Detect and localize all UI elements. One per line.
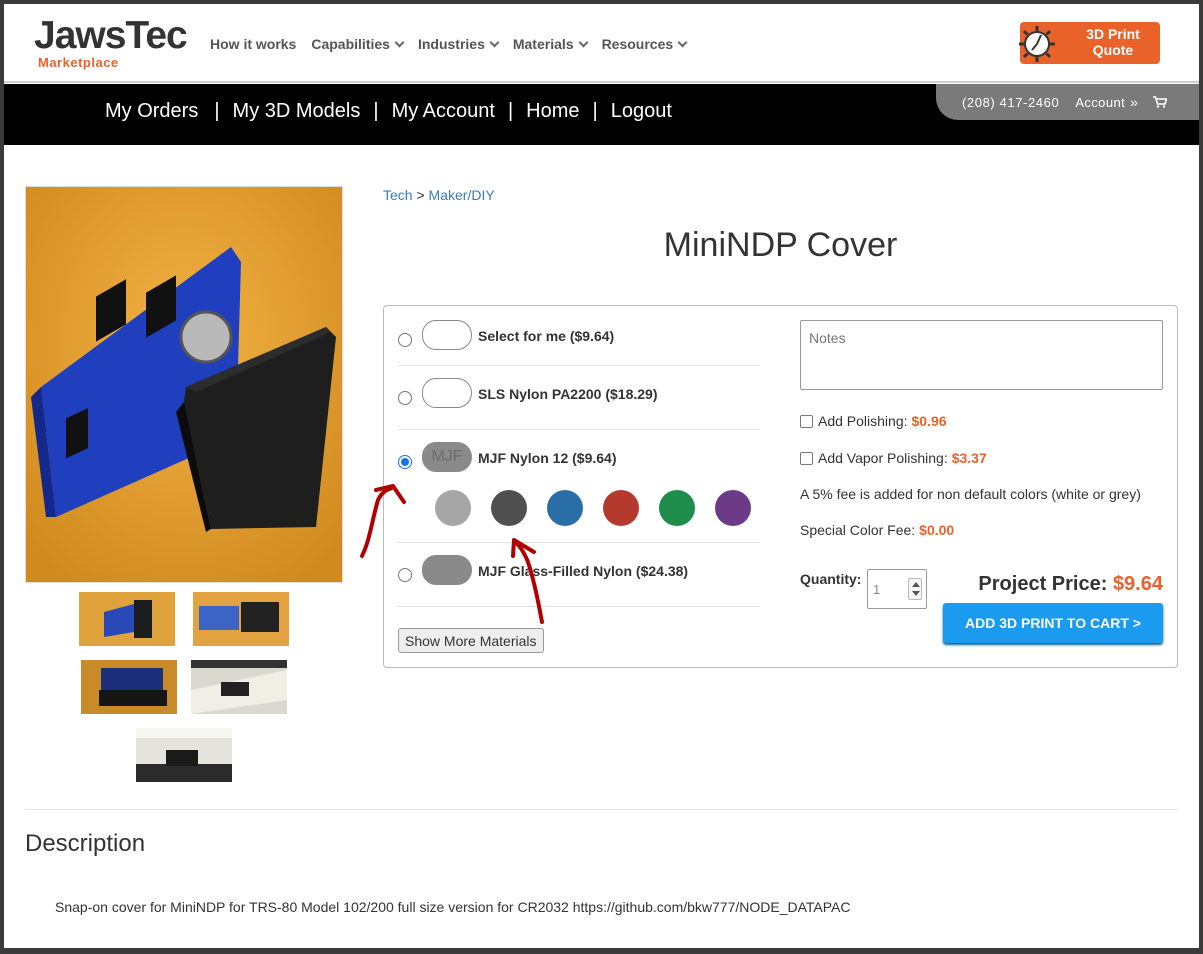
product-thumbnail[interactable] xyxy=(81,660,177,714)
color-fee-note: A 5% fee is added for non default colors… xyxy=(800,486,1141,502)
color-fee-label: Special Color Fee: xyxy=(800,522,916,538)
material-label: MJF Glass-Filled Nylon ($24.38) xyxy=(478,563,689,579)
material-radio-selected[interactable] xyxy=(398,455,412,469)
product-title: MiniNDP Cover xyxy=(663,226,898,264)
chevron-down-icon xyxy=(394,37,405,47)
divider xyxy=(398,429,760,430)
logo-subtitle: Marketplace xyxy=(38,55,119,70)
contact-tab: (208) 417-2460 Account » xyxy=(936,84,1199,120)
add-to-cart-button[interactable]: ADD 3D PRINT TO CART > xyxy=(943,603,1163,643)
description-text: Snap-on cover for MiniNDP for TRS-80 Mod… xyxy=(55,899,851,915)
print-config-panel: Select for me ($9.64) SLS Nylon PA2200 (… xyxy=(383,305,1178,668)
nav-industries[interactable]: Industries xyxy=(418,36,500,52)
material-radio[interactable] xyxy=(398,391,412,405)
breadcrumb-tech[interactable]: Tech xyxy=(383,187,413,203)
site-header: JawsTec Marketplace How it works Capabil… xyxy=(4,4,1199,83)
material-option-sls-nylon[interactable]: SLS Nylon PA2200 ($18.29) xyxy=(398,378,760,410)
chevron-down-icon xyxy=(578,37,589,47)
description-heading: Description xyxy=(25,830,146,857)
vapor-polishing-checkbox[interactable] xyxy=(800,451,813,465)
project-price-value: $9.64 xyxy=(1112,573,1163,595)
nav-capabilities[interactable]: Capabilities xyxy=(311,36,405,52)
breadcrumb-separator: > xyxy=(416,187,425,203)
product-thumbnail[interactable] xyxy=(79,592,175,646)
nav-how-it-works[interactable]: How it works xyxy=(210,36,296,52)
chevron-down-icon xyxy=(489,37,500,47)
color-fee-price: $0.00 xyxy=(919,522,955,538)
my-3d-models-link[interactable]: My 3D Models xyxy=(233,100,361,123)
home-link[interactable]: Home xyxy=(526,100,579,123)
user-nav-bar: My Orders | My 3D Models | My Account | … xyxy=(4,84,1199,145)
nav-separator: | xyxy=(507,100,514,122)
nav-separator: | xyxy=(214,100,220,122)
3d-print-quote-button[interactable]: 3D Print Quote xyxy=(1019,22,1160,64)
my-account-link[interactable]: My Account xyxy=(392,100,495,123)
polishing-label: Add Polishing: xyxy=(818,413,908,429)
material-swatch xyxy=(422,555,472,585)
project-price-label: Project Price: xyxy=(978,573,1108,595)
material-label: Select for me ($9.64) xyxy=(478,328,615,344)
main-nav: How it works Capabilities Industries Mat… xyxy=(210,36,701,52)
color-swatch-blue[interactable] xyxy=(547,490,583,526)
product-thumbnail[interactable] xyxy=(193,592,289,646)
material-label: MJF Nylon 12 ($9.64) xyxy=(478,450,617,466)
project-price: Project Price: $9.64 xyxy=(978,573,1163,596)
polishing-price: $0.96 xyxy=(911,413,947,429)
spinner-arrows-icon[interactable] xyxy=(908,578,922,600)
special-color-fee: Special Color Fee: $0.00 xyxy=(800,522,954,538)
material-option-select-for-me[interactable]: Select for me ($9.64) xyxy=(398,320,760,352)
material-swatch xyxy=(422,378,472,408)
nav-resources[interactable]: Resources xyxy=(602,36,688,52)
vapor-polishing-label: Add Vapor Polishing: xyxy=(818,450,948,466)
quote-button-label: 3D Print Quote xyxy=(1086,26,1140,58)
material-label: SLS Nylon PA2200 ($18.29) xyxy=(478,386,658,402)
my-orders-link[interactable]: My Orders xyxy=(105,100,198,123)
nav-materials[interactable]: Materials xyxy=(513,36,589,52)
chevron-down-icon xyxy=(677,37,688,47)
brand-logo[interactable]: JawsTec Marketplace xyxy=(34,14,209,72)
color-swatch-green[interactable] xyxy=(659,490,695,526)
material-swatch xyxy=(422,320,472,350)
polishing-checkbox[interactable] xyxy=(800,414,813,428)
material-radio[interactable] xyxy=(398,333,412,347)
divider xyxy=(398,542,760,543)
add-polishing-option[interactable]: Add Polishing: $0.96 xyxy=(800,413,947,429)
product-thumbnail[interactable] xyxy=(136,728,232,782)
logo-wordmark: JawsTec xyxy=(34,14,188,57)
breadcrumb-maker-diy[interactable]: Maker/DIY xyxy=(429,187,495,203)
account-link[interactable]: Account xyxy=(1075,95,1125,110)
nav-separator: | xyxy=(592,100,598,122)
color-picker xyxy=(435,490,751,526)
product-main-image[interactable] xyxy=(25,186,343,583)
material-option-mjf-glass-filled[interactable]: MJF Glass-Filled Nylon ($24.38) xyxy=(398,555,760,587)
user-nav: My Orders | My 3D Models | My Account | … xyxy=(105,100,672,123)
color-swatch-purple[interactable] xyxy=(715,490,751,526)
divider xyxy=(398,606,760,607)
nav-separator: | xyxy=(373,100,379,122)
quantity-value: 1 xyxy=(873,582,881,597)
color-swatch-dark-grey[interactable] xyxy=(491,490,527,526)
add-vapor-polishing-option[interactable]: Add Vapor Polishing: $3.37 xyxy=(800,450,987,466)
notes-field[interactable] xyxy=(800,320,1163,390)
material-radio[interactable] xyxy=(398,568,412,582)
color-swatch-red[interactable] xyxy=(603,490,639,526)
quantity-label: Quantity: xyxy=(800,571,862,587)
divider xyxy=(398,365,760,366)
material-option-mjf-nylon-12[interactable]: MJF MJF Nylon 12 ($9.64) xyxy=(398,441,760,473)
material-swatch: MJF xyxy=(422,442,472,472)
gear-gauge-icon xyxy=(1019,26,1055,62)
product-thumbnail[interactable] xyxy=(191,660,287,714)
double-chevron-right-icon: » xyxy=(1130,94,1138,110)
color-swatch-grey[interactable] xyxy=(435,490,471,526)
cart-icon[interactable] xyxy=(1152,96,1167,108)
section-divider xyxy=(25,809,1178,810)
vapor-polishing-price: $3.37 xyxy=(951,450,987,466)
quantity-stepper[interactable]: 1 xyxy=(867,569,927,609)
logout-link[interactable]: Logout xyxy=(611,100,672,123)
show-more-materials-button[interactable]: Show More Materials xyxy=(398,628,544,653)
breadcrumb: Tech > Maker/DIY xyxy=(383,187,495,203)
phone-number[interactable]: (208) 417-2460 xyxy=(962,95,1059,110)
